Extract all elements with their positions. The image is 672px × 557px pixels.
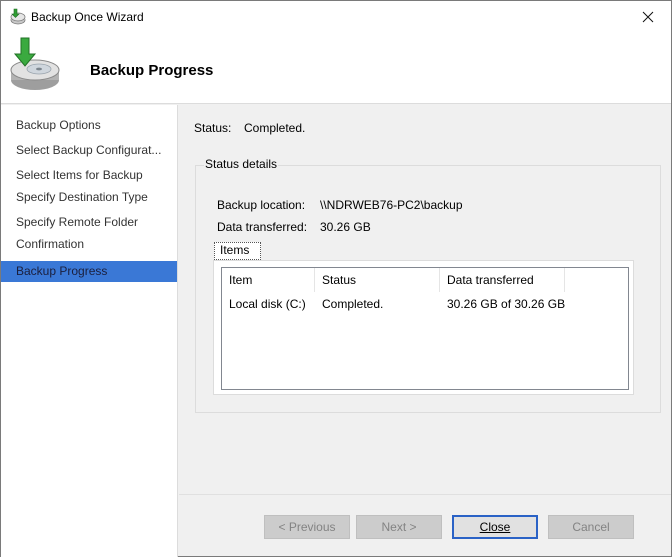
data-transferred-value: 30.26 GB bbox=[320, 220, 371, 234]
status-details-legend: Status details bbox=[204, 157, 279, 171]
step-specify-remote-folder[interactable]: Specify Remote Folder bbox=[1, 212, 177, 233]
backup-location-label: Backup location: bbox=[217, 198, 306, 212]
next-button[interactable]: Next > bbox=[356, 515, 442, 539]
row-status-cell: Completed. bbox=[322, 297, 384, 311]
items-frame: Item Status Data transferred Local disk … bbox=[213, 260, 634, 395]
backup-wizard-icon bbox=[9, 8, 26, 25]
title-bar: Backup Once Wizard bbox=[1, 1, 671, 32]
step-select-items-for-backup[interactable]: Select Items for Backup bbox=[1, 165, 177, 186]
wizard-steps-sidebar: Backup Options Select Backup Configurat.… bbox=[1, 105, 178, 557]
column-header-status[interactable]: Status bbox=[315, 268, 440, 292]
row-data-transferred-cell: 30.26 GB of 30.26 GB bbox=[447, 297, 566, 311]
step-select-backup-configuration[interactable]: Select Backup Configurat... bbox=[1, 140, 177, 161]
page-title: Backup Progress bbox=[90, 62, 214, 79]
step-backup-progress[interactable]: Backup Progress bbox=[1, 261, 177, 282]
disk-backup-icon bbox=[7, 36, 63, 92]
close-window-button[interactable] bbox=[625, 1, 671, 32]
items-list[interactable]: Item Status Data transferred Local disk … bbox=[221, 267, 629, 390]
wizard-window: Backup Once Wizard Backup Progress Backu… bbox=[0, 0, 672, 557]
step-backup-options[interactable]: Backup Options bbox=[1, 115, 177, 136]
wizard-button-bar: < Previous Next > Close Cancel bbox=[179, 494, 671, 556]
backup-location-value: \\NDRWEB76-PC2\backup bbox=[320, 198, 463, 212]
step-confirmation[interactable]: Confirmation bbox=[1, 234, 177, 255]
cancel-button[interactable]: Cancel bbox=[548, 515, 634, 539]
column-header-data-transferred[interactable]: Data transferred bbox=[440, 268, 565, 292]
column-header-item[interactable]: Item bbox=[222, 268, 315, 292]
previous-button[interactable]: < Previous bbox=[264, 515, 350, 539]
data-transferred-label: Data transferred: bbox=[217, 220, 308, 234]
tab-items[interactable]: Items bbox=[214, 242, 261, 260]
status-label: Status: bbox=[194, 121, 232, 135]
items-list-header: Item Status Data transferred bbox=[222, 268, 628, 292]
row-item-cell: Local disk (C:) bbox=[229, 297, 306, 311]
close-button[interactable]: Close bbox=[452, 515, 538, 539]
window-title: Backup Once Wizard bbox=[31, 10, 144, 24]
close-button-label: Close bbox=[479, 520, 511, 534]
status-value: Completed. bbox=[244, 121, 306, 135]
wizard-header: Backup Progress bbox=[1, 32, 671, 104]
close-icon bbox=[642, 11, 654, 22]
step-specify-destination-type[interactable]: Specify Destination Type bbox=[1, 187, 177, 208]
